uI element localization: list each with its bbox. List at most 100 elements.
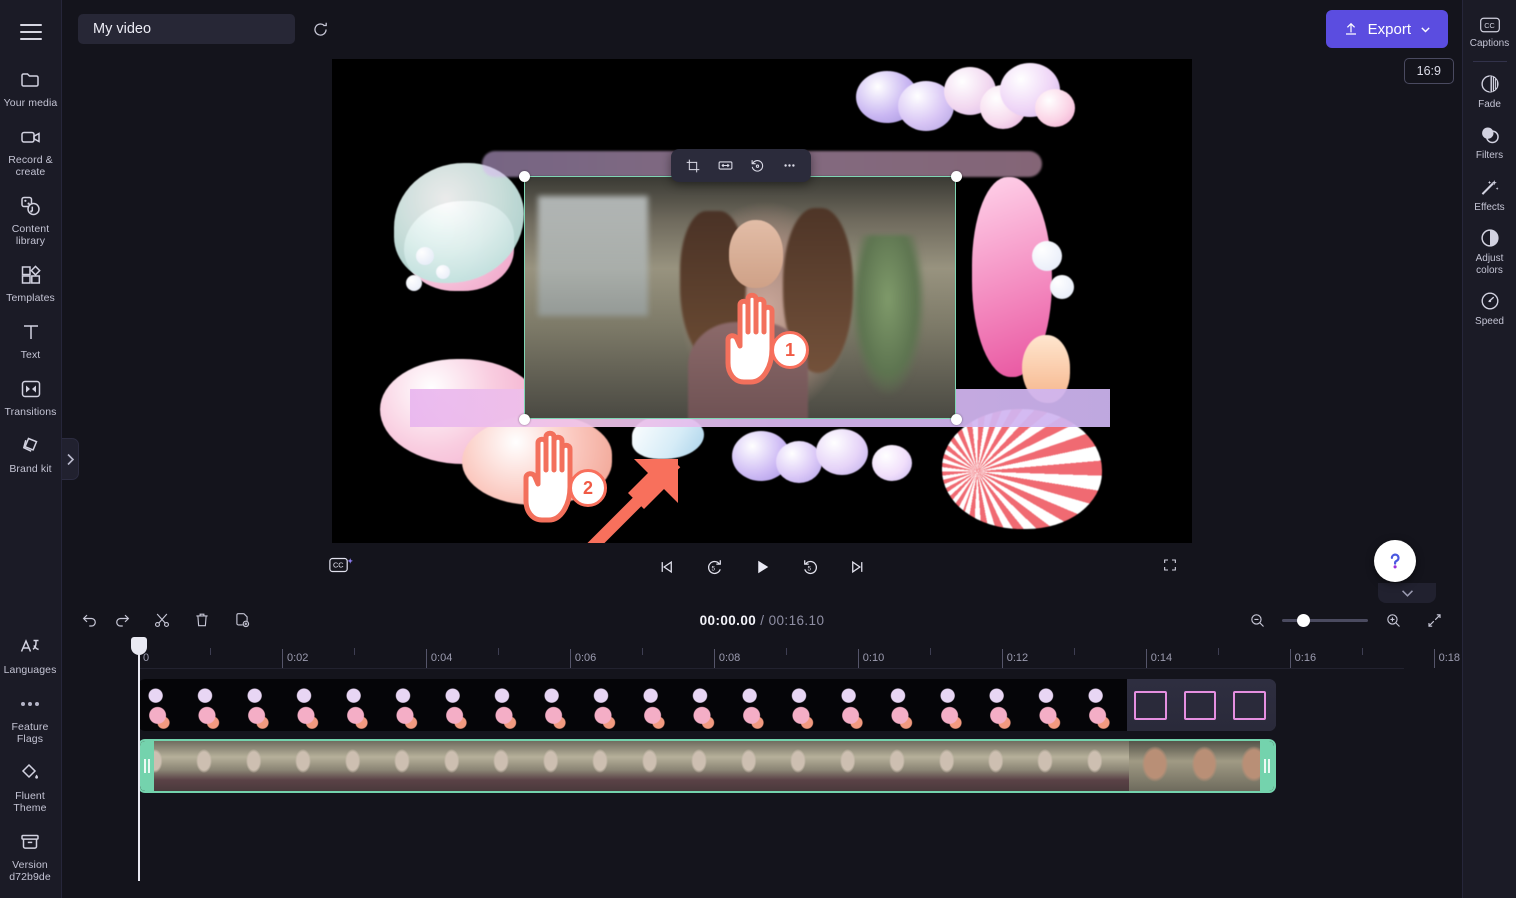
upload-arrow-icon xyxy=(1345,22,1356,35)
fit-horizontal-arrows-icon[interactable] xyxy=(711,153,739,179)
delete-button[interactable] xyxy=(186,605,218,635)
svg-text:CC: CC xyxy=(333,561,344,570)
aspect-ratio-button[interactable]: 16:9 xyxy=(1403,58,1454,84)
fit-to-screen-icon[interactable] xyxy=(1418,605,1450,635)
paint-drop-icon xyxy=(21,763,38,779)
rewind-5s-icon[interactable]: 5 xyxy=(698,551,730,583)
speedometer-icon xyxy=(1481,292,1498,310)
sidebar-label: Fluent Theme xyxy=(13,790,47,814)
panel-item-filters[interactable]: Filters xyxy=(1463,116,1516,168)
sidebar-expand-chevron-right-icon[interactable] xyxy=(62,438,79,480)
decor-bubble xyxy=(1035,89,1075,127)
annotation-badge-2: 2 xyxy=(569,469,607,507)
ellipsis-icon xyxy=(21,692,39,716)
playhead-handle[interactable] xyxy=(131,637,147,655)
sidebar-item-transitions[interactable]: Transitions xyxy=(1,368,61,425)
sidebar-label: Languages xyxy=(3,664,57,676)
rotate-icon[interactable] xyxy=(743,153,771,179)
sidebar-item-templates[interactable]: Templates xyxy=(1,254,61,311)
zoom-slider-knob[interactable] xyxy=(1297,613,1311,627)
ruler-label: 0:02 xyxy=(286,652,309,664)
left-sidebar: Your media Record & create Content libra… xyxy=(0,0,62,898)
zoom-out-icon[interactable] xyxy=(1241,605,1273,635)
trim-handle-right[interactable] xyxy=(1260,741,1274,791)
overlay-frame-preview xyxy=(1134,691,1167,721)
duplicate-button[interactable] xyxy=(226,605,258,635)
clip-thumbnail-frame xyxy=(1030,741,1080,791)
sync-refresh-icon[interactable] xyxy=(305,14,335,44)
clip-thumbnail-frame xyxy=(138,679,188,731)
track-video xyxy=(138,739,1404,793)
sidebar-label: Content library xyxy=(11,223,50,247)
resize-handle-top-left[interactable] xyxy=(519,171,530,182)
ruler-tick-minor xyxy=(1073,648,1075,655)
timecode-display: 00:00.00 / 00:16.10 xyxy=(700,613,825,628)
panel-item-captions[interactable]: CC Captions xyxy=(1463,8,1516,56)
preview-collapse-chevron-down-icon[interactable] xyxy=(1378,583,1436,603)
decor-pearl xyxy=(1050,275,1074,299)
sidebar-item-feature-flags[interactable]: Feature Flags xyxy=(0,683,60,752)
crop-icon[interactable] xyxy=(679,153,707,179)
timeline-panel: 00:00.00 / 00:16.10 0 0:02 0:04 0:06 0:0… xyxy=(62,600,1507,898)
ruler-tick-minor xyxy=(209,648,211,655)
undo-button[interactable] xyxy=(74,605,106,635)
annotation-badge-1: 1 xyxy=(771,331,809,369)
clip-thumbnail-frame xyxy=(583,679,633,731)
sidebar-item-record-create[interactable]: Record & create xyxy=(1,116,61,185)
panel-item-fade[interactable]: Fade xyxy=(1463,65,1516,117)
timeline-clip-video[interactable] xyxy=(138,739,1276,793)
resize-handle-bottom-right[interactable] xyxy=(951,414,962,425)
play-button[interactable] xyxy=(746,551,778,583)
clip-thumbnail-frame xyxy=(238,741,289,791)
sidebar-item-version[interactable]: Version d72b9de xyxy=(0,821,60,890)
hamburger-icon[interactable] xyxy=(14,17,48,47)
ruler-label: 0:04 xyxy=(430,652,453,664)
media-library-icon xyxy=(20,196,40,216)
svg-text:CC: CC xyxy=(1484,21,1495,30)
resize-handle-top-right[interactable] xyxy=(951,171,962,182)
sidebar-item-content-library[interactable]: Content library xyxy=(1,185,61,254)
track-overlay xyxy=(138,679,1404,731)
fullscreen-icon[interactable] xyxy=(1156,551,1184,579)
panel-item-effects[interactable]: Effects xyxy=(1463,168,1516,220)
zoom-in-icon[interactable] xyxy=(1377,605,1409,635)
timeline-ruler[interactable]: 0 0:02 0:04 0:06 0:08 0:10 0:12 0:14 0:16 0:18 xyxy=(138,639,1507,669)
svg-text:5: 5 xyxy=(807,565,811,572)
skip-next-icon[interactable] xyxy=(842,551,874,583)
sidebar-item-fluent-theme[interactable]: Fluent Theme xyxy=(0,752,60,821)
timeline-clip-overlay[interactable] xyxy=(138,679,1276,731)
forward-5s-icon[interactable]: 5 xyxy=(794,551,826,583)
video-preview-canvas[interactable]: 1 2 xyxy=(332,59,1192,543)
sidebar-label: Version d72b9de xyxy=(9,859,51,883)
export-button[interactable]: Export xyxy=(1325,10,1448,48)
panel-label: Filters xyxy=(1475,150,1504,161)
text-T-icon xyxy=(23,325,38,339)
project-title-input[interactable] xyxy=(78,14,295,44)
clip-thumbnail-frame xyxy=(682,679,732,731)
panel-item-speed[interactable]: Speed xyxy=(1463,282,1516,334)
redo-button[interactable] xyxy=(106,605,138,635)
help-button[interactable] xyxy=(1374,540,1416,582)
cc-auto-captions-icon[interactable]: CC xyxy=(324,550,360,580)
ruler-label: 0:06 xyxy=(574,652,597,664)
sidebar-item-text[interactable]: Text xyxy=(1,311,61,368)
clip-thumbnail-frame xyxy=(1226,679,1276,731)
more-ellipsis-icon[interactable] xyxy=(775,153,803,179)
playhead[interactable] xyxy=(131,637,147,881)
panel-divider xyxy=(1472,60,1507,62)
photo-window xyxy=(537,196,648,317)
clip-thumbnail-frame xyxy=(187,679,237,731)
fade-circle-icon xyxy=(1480,74,1499,93)
filters-overlap-icon xyxy=(1481,127,1499,144)
sidebar-item-your-media[interactable]: Your media xyxy=(1,59,61,116)
scissors-icon xyxy=(154,613,170,628)
sidebar-item-languages[interactable]: Languages xyxy=(0,626,60,683)
left-sidebar-bottom-group: Languages Feature Flags Fluent Theme Ver… xyxy=(0,626,62,890)
skip-previous-icon[interactable] xyxy=(650,551,682,583)
trim-handle-left[interactable] xyxy=(140,741,154,791)
timeline-zoom-slider[interactable] xyxy=(1282,613,1368,627)
split-button[interactable] xyxy=(146,605,178,635)
top-toolbar: Export xyxy=(62,0,1462,58)
panel-item-adjust-colors[interactable]: Adjust colors xyxy=(1463,219,1516,282)
sidebar-item-brand-kit[interactable]: Brand kit xyxy=(1,425,61,482)
